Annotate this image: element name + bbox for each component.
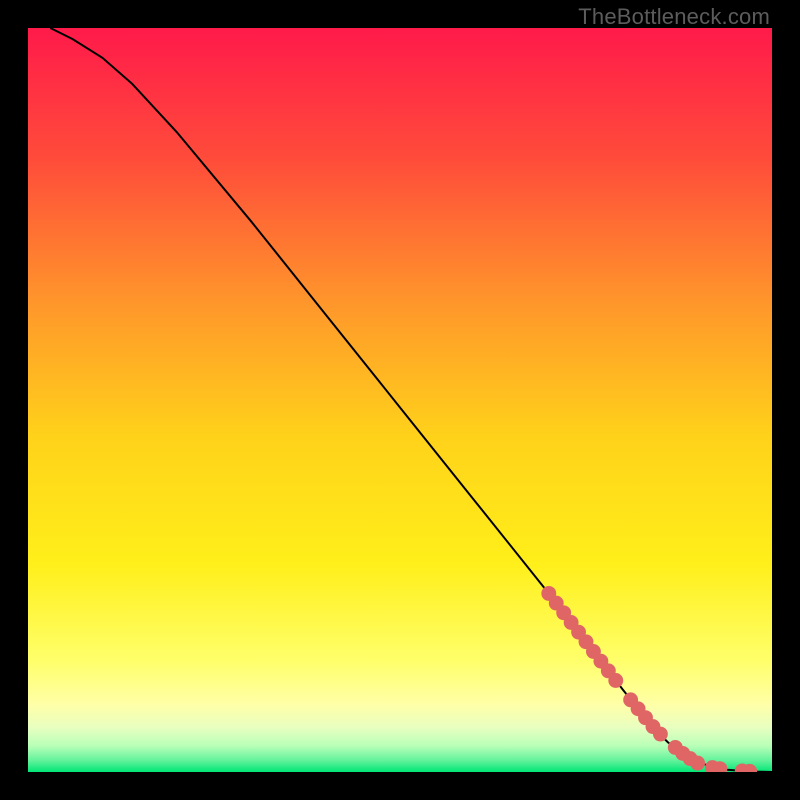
curve-marker <box>653 727 668 742</box>
curve-layer <box>28 28 772 772</box>
curve-markers <box>541 586 757 772</box>
curve-marker <box>690 756 705 771</box>
bottleneck-curve <box>50 28 772 772</box>
outer-frame: TheBottleneck.com <box>0 0 800 800</box>
plot-area <box>28 28 772 772</box>
curve-marker <box>608 673 623 688</box>
watermark-text: TheBottleneck.com <box>578 4 770 30</box>
